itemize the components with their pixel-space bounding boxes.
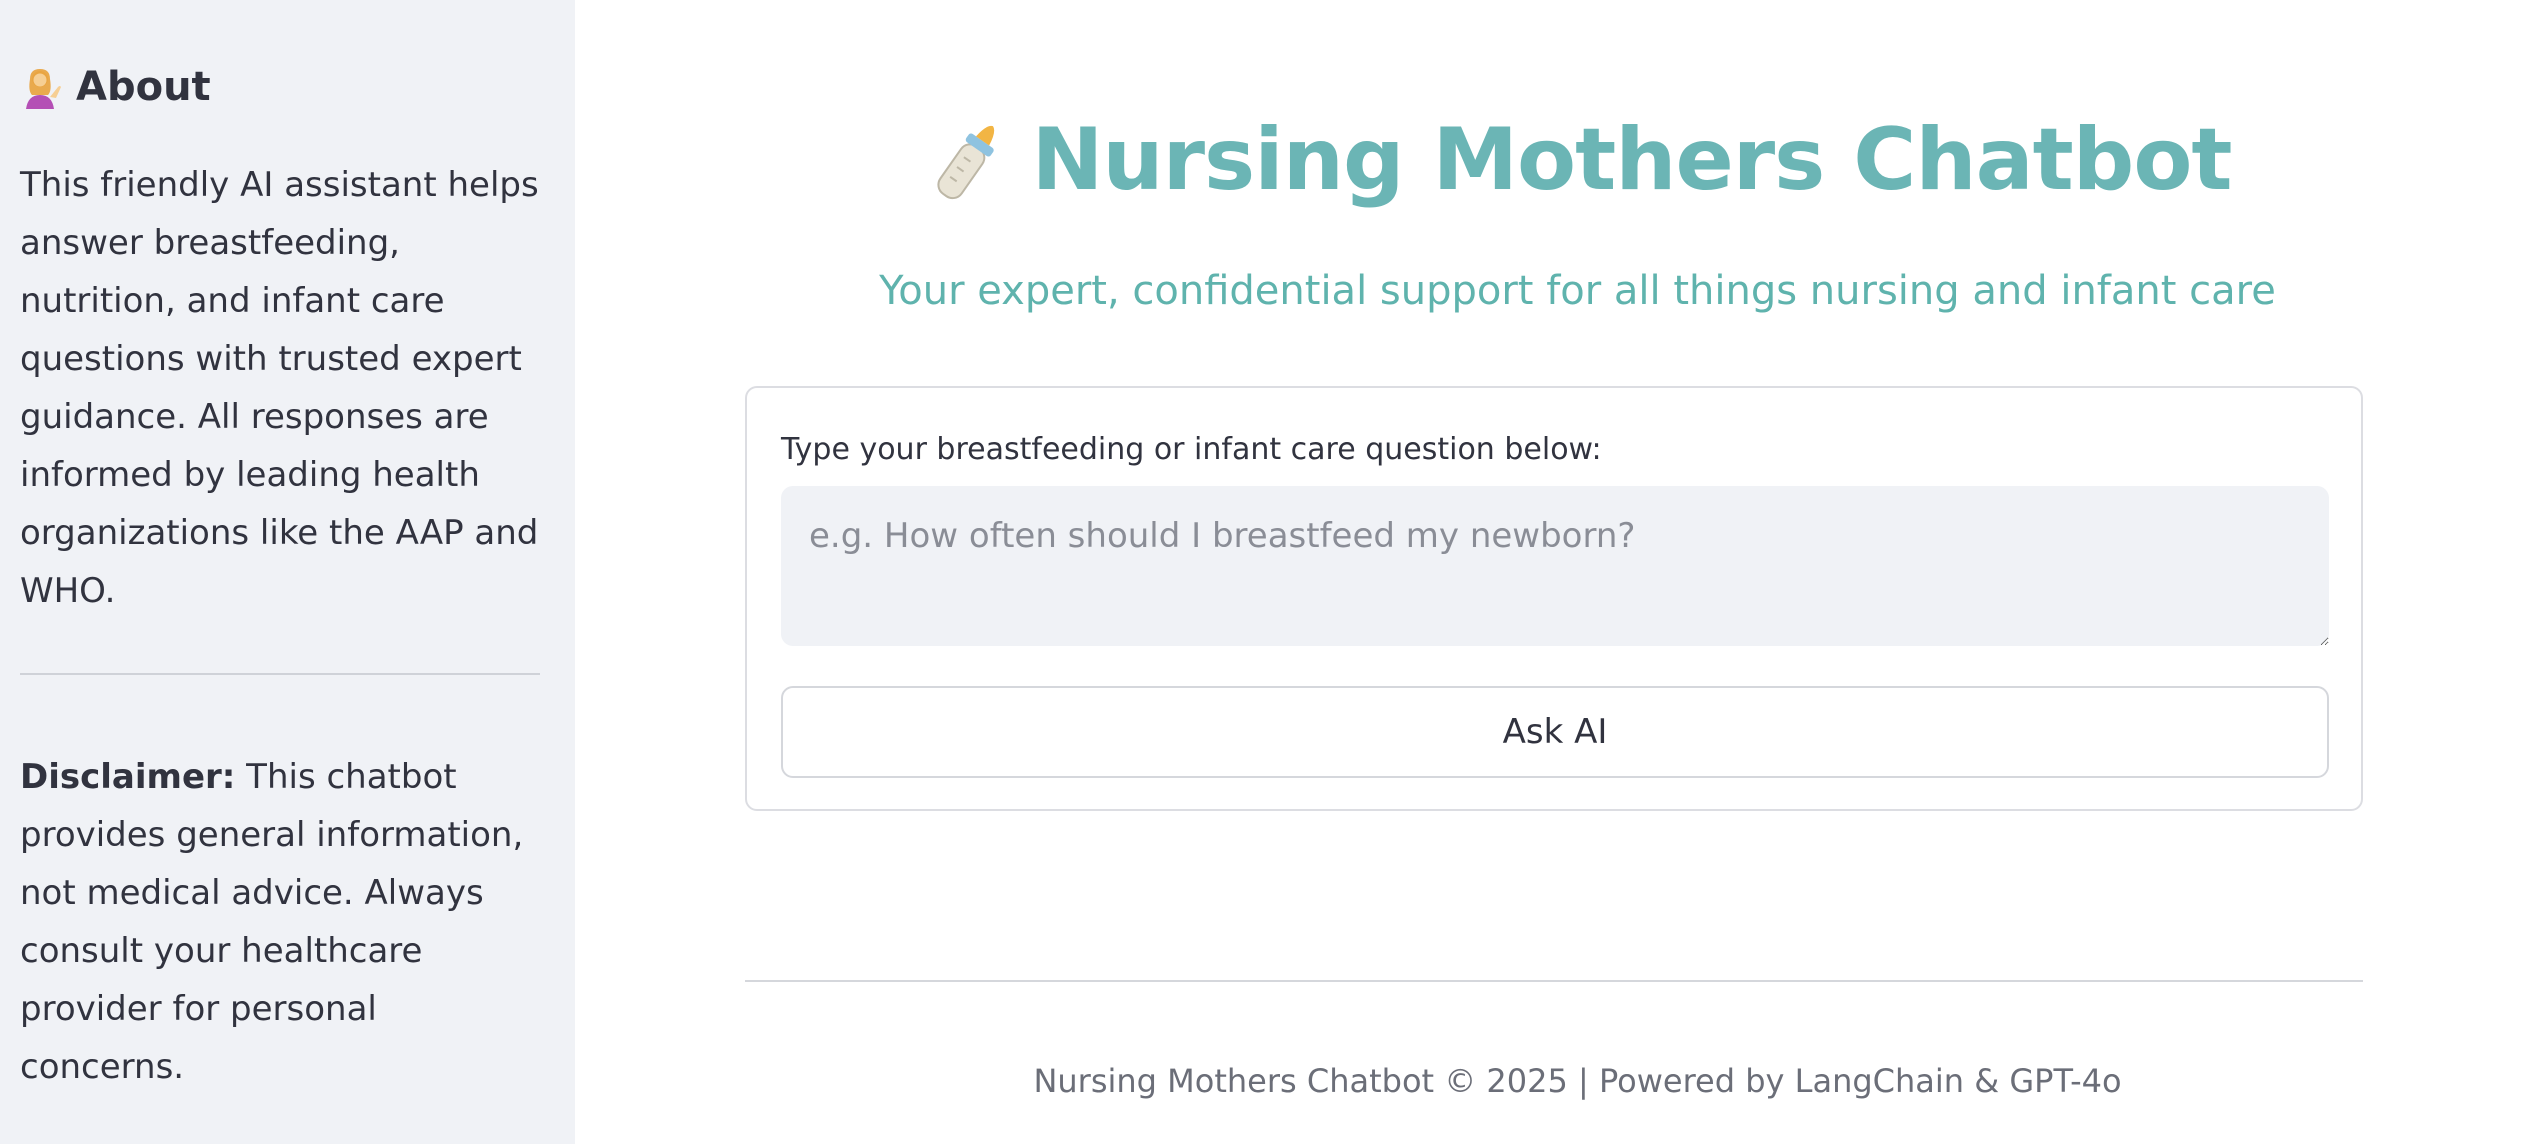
ask-ai-button[interactable]: Ask AI	[781, 686, 2329, 778]
person-tipping-hand-icon	[26, 69, 61, 109]
baby-bottle-icon	[937, 125, 995, 200]
footer-divider	[745, 980, 2363, 982]
question-form: Type your breastfeeding or infant care q…	[745, 386, 2363, 811]
about-text: This friendly AI assistant helps answer …	[20, 165, 539, 611]
disclaimer: Disclaimer: This chatbot provides genera…	[20, 748, 545, 1096]
page-title: Nursing Mothers Chatbot	[1031, 110, 2232, 210]
about-heading-text: About	[76, 64, 211, 110]
title-row: Nursing Mothers Chatbot	[575, 110, 2528, 210]
footer-text: Nursing Mothers Chatbot © 2025 | Powered…	[1033, 1062, 2122, 1100]
main-content: Nursing Mothers Chatbot Your expert, con…	[575, 0, 2528, 1144]
about-heading: About	[20, 64, 211, 110]
question-label: Type your breastfeeding or infant care q…	[781, 432, 1602, 467]
question-input[interactable]	[781, 486, 2329, 646]
disclaimer-text: This chatbot provides general informatio…	[20, 757, 524, 1087]
page-subtitle: Your expert, confidential support for al…	[879, 268, 2276, 314]
disclaimer-label: Disclaimer:	[20, 757, 236, 797]
app-root: About This friendly AI assistant helps a…	[0, 0, 2528, 1144]
sidebar-divider	[20, 673, 540, 675]
sidebar: About This friendly AI assistant helps a…	[0, 0, 575, 1144]
